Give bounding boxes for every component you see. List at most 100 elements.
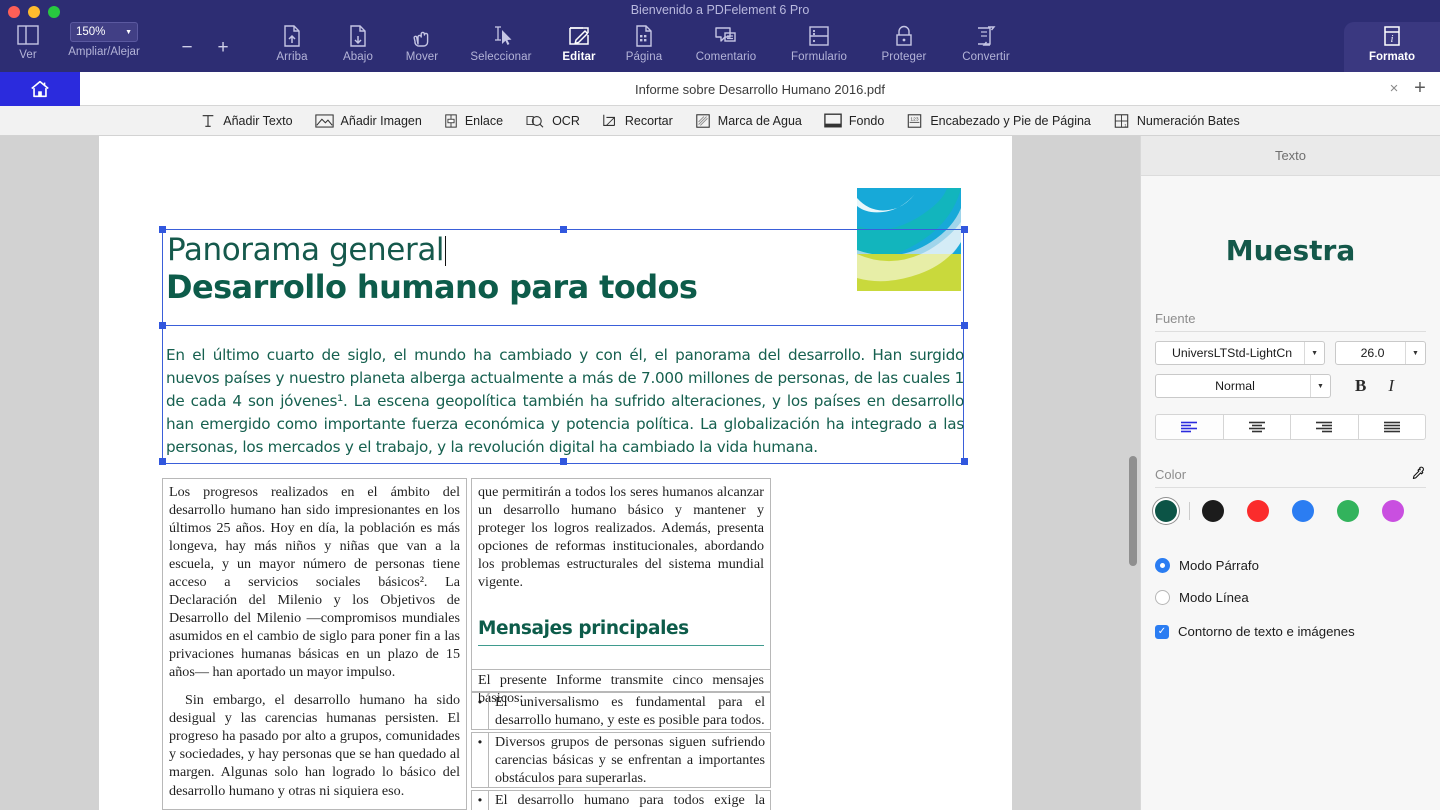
- list-item[interactable]: • El universalismo es fundamental para e…: [471, 692, 771, 730]
- toolbar-header-footer[interactable]: 123 Encabezado y Pie de Página: [906, 113, 1091, 129]
- resize-handle-bl[interactable]: [159, 458, 166, 465]
- color-palette: [1155, 500, 1426, 522]
- toolbar-label-add-text: Añadir Texto: [223, 114, 292, 128]
- checkbox-icon-checked[interactable]: ✓: [1155, 625, 1169, 639]
- toolbar-label-background: Fondo: [849, 114, 884, 128]
- font-style-select[interactable]: Normal ▼: [1155, 374, 1331, 398]
- ribbon-button-proteger[interactable]: Proteger: [864, 22, 944, 63]
- outline-checkbox-row[interactable]: ✓ Contorno de texto e imágenes: [1155, 624, 1426, 639]
- resize-handle-mr[interactable]: [961, 322, 968, 329]
- resize-handle-tl[interactable]: [159, 226, 166, 233]
- line-mode-label: Modo Línea: [1179, 590, 1249, 605]
- toolbar-bates-numbering[interactable]: 1 Numeración Bates: [1113, 113, 1240, 129]
- ribbon-button-convertir[interactable]: Convertir: [944, 22, 1028, 63]
- bold-button[interactable]: B: [1355, 376, 1366, 396]
- font-row: UniversLTStd-LightCn ▼ 26.0 ▼: [1155, 341, 1426, 365]
- crop-icon: [602, 113, 618, 129]
- color-swatch-red[interactable]: [1247, 500, 1269, 522]
- chevron-down-icon: ▼: [125, 29, 132, 36]
- toolbar-add-image[interactable]: Añadir Imagen: [315, 113, 422, 129]
- align-center-button[interactable]: [1224, 414, 1292, 440]
- vertical-scrollbar[interactable]: [1129, 456, 1137, 566]
- ribbon-button-view[interactable]: Ver: [0, 22, 56, 61]
- resize-handle-tm[interactable]: [560, 226, 567, 233]
- document-workspace[interactable]: Panorama general Desarrollo humano para …: [0, 136, 1140, 810]
- color-swatch-green[interactable]: [1337, 500, 1359, 522]
- ribbon-button-editar[interactable]: Editar: [548, 22, 610, 63]
- bullet-list[interactable]: • El universalismo es fundamental para e…: [478, 690, 771, 810]
- pdf-page[interactable]: Panorama general Desarrollo humano para …: [99, 136, 1012, 810]
- link-icon: [444, 113, 458, 129]
- color-swatch-current[interactable]: [1155, 500, 1177, 522]
- bullet-marker: •: [472, 693, 489, 729]
- ribbon-button-mover[interactable]: Mover: [390, 22, 454, 63]
- line-mode-radio[interactable]: Modo Línea: [1155, 590, 1426, 605]
- zoom-stepper[interactable]: − +: [176, 38, 234, 57]
- toolbar-link[interactable]: Enlace: [444, 113, 503, 129]
- info-box-icon: i: [1380, 24, 1404, 48]
- radio-icon-unselected[interactable]: [1155, 590, 1170, 605]
- toolbar-background[interactable]: Fondo: [824, 113, 884, 128]
- ocr-icon: [525, 113, 545, 129]
- font-family-select[interactable]: UniversLTStd-LightCn ▼: [1155, 341, 1325, 365]
- toolbar-add-text[interactable]: Añadir Texto: [200, 113, 292, 129]
- ribbon-label-seleccionar: Seleccionar: [470, 51, 531, 63]
- svg-text:1: 1: [1124, 122, 1127, 127]
- ribbon-button-formato[interactable]: i Formato: [1344, 22, 1440, 72]
- document-right-column-top[interactable]: que permitirán a todos los seres humanos…: [471, 478, 771, 670]
- toolbar-label-link: Enlace: [465, 114, 503, 128]
- color-swatch-black[interactable]: [1202, 500, 1224, 522]
- resize-handle-ml[interactable]: [159, 322, 166, 329]
- zoom-select[interactable]: 150% ▼: [70, 22, 138, 42]
- ribbon-button-comentario[interactable]: Comentario: [678, 22, 774, 63]
- color-swatch-blue[interactable]: [1292, 500, 1314, 522]
- new-tab-button[interactable]: +: [1410, 79, 1430, 99]
- zoom-group[interactable]: 150% ▼ Ampliar/Alejar: [56, 22, 152, 58]
- eyedropper-icon[interactable]: [1410, 466, 1426, 482]
- align-left-button[interactable]: [1155, 414, 1224, 440]
- svg-text:123: 123: [911, 116, 919, 122]
- toolbar-crop[interactable]: Recortar: [602, 113, 673, 129]
- ribbon-button-seleccionar[interactable]: Seleccionar: [454, 22, 548, 63]
- hand-icon: [410, 24, 434, 48]
- align-justify-button[interactable]: [1359, 414, 1427, 440]
- document-tab[interactable]: Informe sobre Desarrollo Humano 2016.pdf…: [80, 72, 1440, 106]
- document-tab-title: Informe sobre Desarrollo Humano 2016.pdf: [635, 82, 885, 97]
- paragraph-mode-radio[interactable]: Modo Párrafo: [1155, 558, 1426, 573]
- resize-handle-tr[interactable]: [961, 226, 968, 233]
- document-left-column[interactable]: Los progresos realizados en el ámbito de…: [162, 478, 467, 810]
- left-column-paragraph-1: Los progresos realizados en el ámbito de…: [169, 483, 460, 681]
- color-swatch-purple[interactable]: [1382, 500, 1404, 522]
- toolbar-label-header-footer: Encabezado y Pie de Página: [930, 114, 1091, 128]
- font-section-label: Fuente: [1155, 311, 1426, 332]
- ribbon-button-formulario[interactable]: Formulario: [774, 22, 864, 63]
- align-right-icon: [1313, 420, 1335, 434]
- bullet-marker: •: [472, 733, 489, 787]
- document-intro-paragraph[interactable]: En el último cuarto de siglo, el mundo h…: [166, 344, 964, 459]
- document-right-column-lead[interactable]: El presente Informe transmite cinco mens…: [471, 670, 771, 692]
- font-style-value: Normal: [1156, 379, 1310, 393]
- ribbon-button-abajo[interactable]: Abajo: [326, 22, 390, 63]
- font-size-select[interactable]: 26.0 ▼: [1335, 341, 1426, 365]
- bullet-text: El universalismo es fundamental para el …: [489, 693, 770, 729]
- toolbar-watermark[interactable]: Marca de Agua: [695, 113, 802, 129]
- page-up-icon: [280, 24, 304, 48]
- zoom-value: 150%: [76, 26, 105, 38]
- close-icon[interactable]: ×: [1386, 81, 1402, 97]
- list-item[interactable]: • Diversos grupos de personas siguen suf…: [471, 732, 771, 788]
- zoom-out-button[interactable]: −: [176, 38, 198, 57]
- ribbon-button-pagina[interactable]: Página: [610, 22, 678, 63]
- zoom-in-button[interactable]: +: [212, 38, 234, 57]
- text-caret: [445, 236, 446, 266]
- radio-icon-selected[interactable]: [1155, 558, 1170, 573]
- document-kicker[interactable]: Panorama general: [167, 234, 907, 267]
- toolbar-ocr[interactable]: OCR: [525, 113, 580, 129]
- form-fields-icon: [807, 24, 831, 48]
- italic-button[interactable]: I: [1388, 376, 1394, 396]
- home-tab[interactable]: [0, 72, 80, 106]
- svg-text:i: i: [1391, 34, 1394, 45]
- align-right-button[interactable]: [1291, 414, 1359, 440]
- list-item[interactable]: • El desarrollo humano para todos exige …: [471, 790, 771, 810]
- document-title[interactable]: Desarrollo humano para todos: [166, 271, 946, 305]
- ribbon-button-arriba[interactable]: Arriba: [258, 22, 326, 63]
